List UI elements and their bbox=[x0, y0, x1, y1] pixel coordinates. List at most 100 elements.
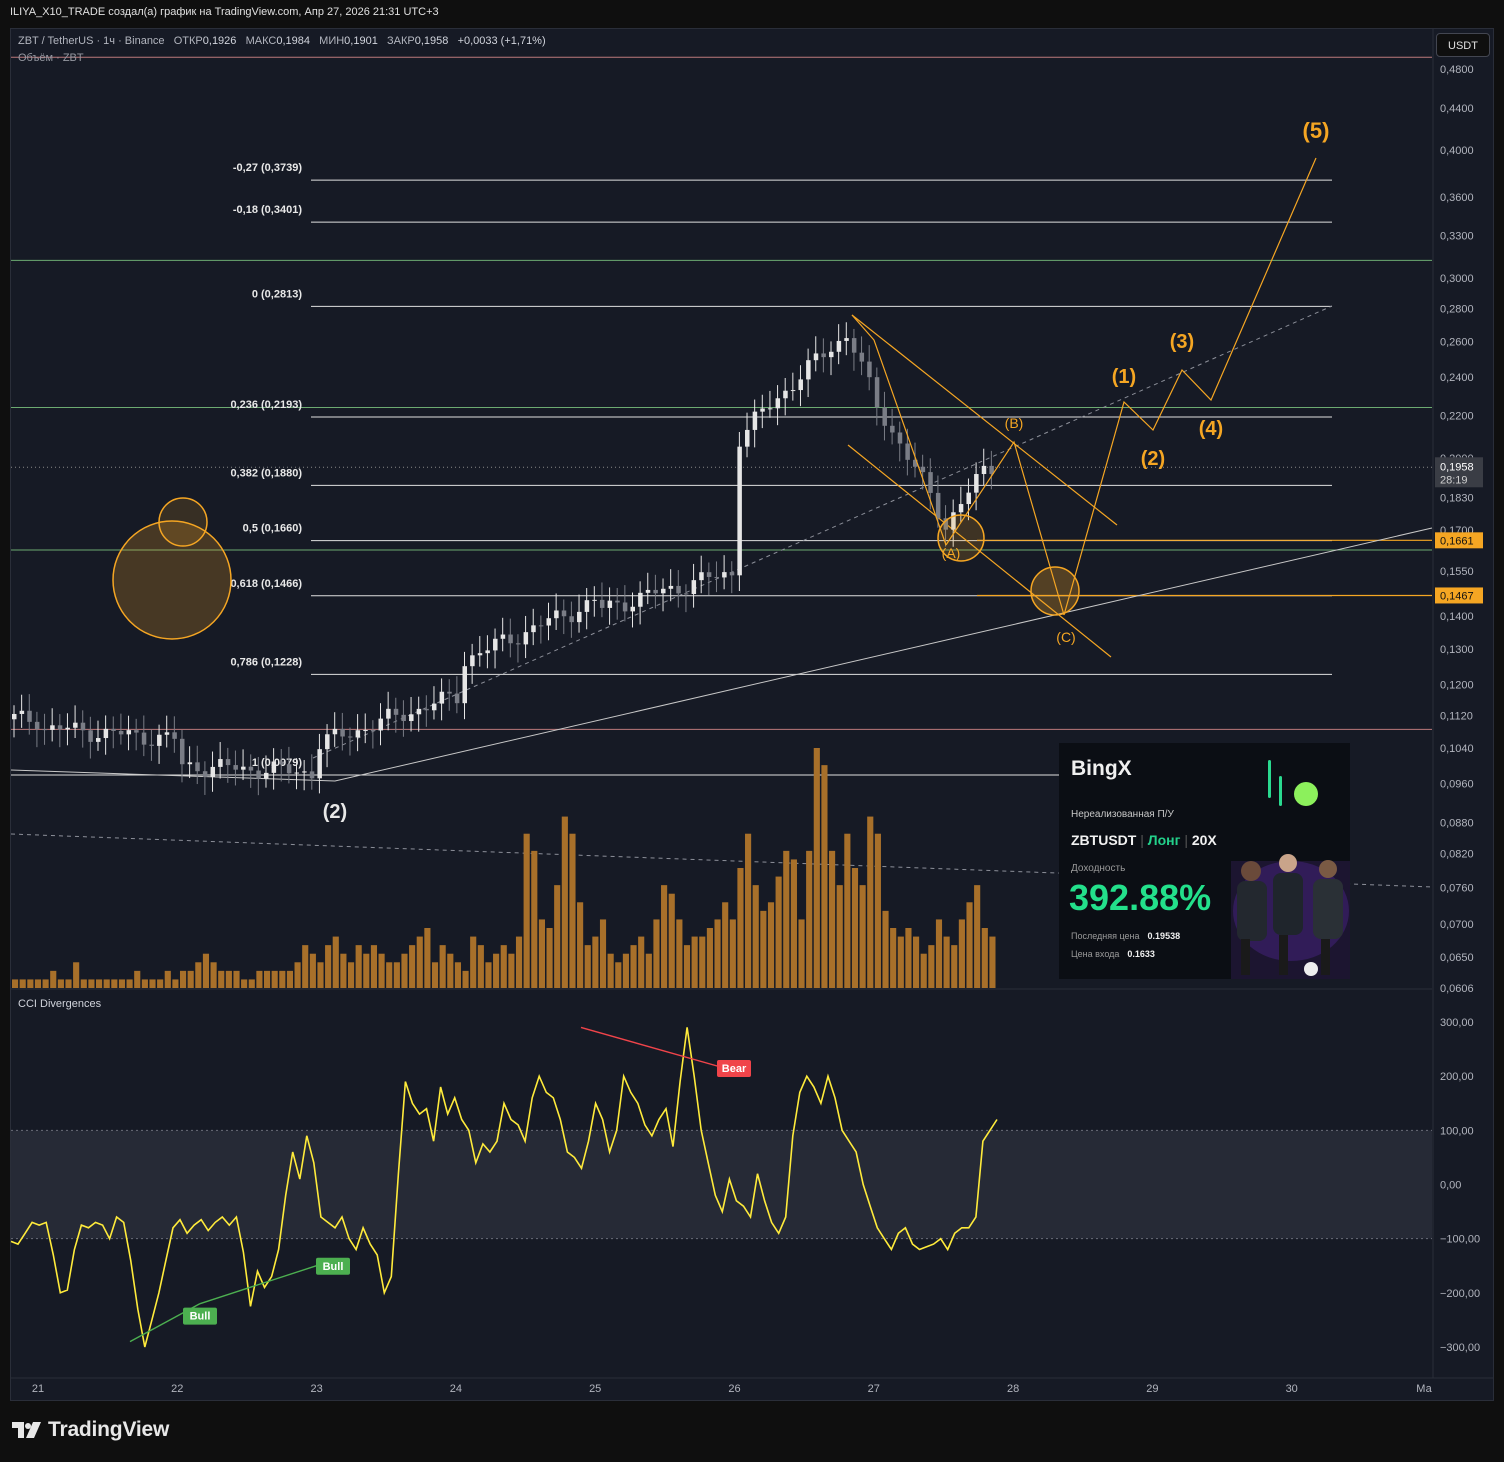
price-tick-label: 0,1120 bbox=[1440, 710, 1473, 722]
volume-bar bbox=[118, 979, 126, 988]
candle-body bbox=[622, 602, 628, 612]
candle-body bbox=[615, 600, 620, 603]
candle-body bbox=[638, 592, 643, 607]
low-label: МИН bbox=[319, 35, 345, 47]
volume-bar bbox=[233, 970, 240, 988]
time-tick-label: 23 bbox=[310, 1383, 322, 1395]
candle-body bbox=[95, 738, 101, 742]
volume-bar bbox=[722, 902, 729, 988]
fib-level-label: 0,786 (0,1228) bbox=[230, 656, 302, 668]
volume-bar bbox=[630, 945, 637, 988]
volume-bar bbox=[294, 962, 301, 988]
cci-title[interactable]: CCI Divergences bbox=[18, 998, 101, 1010]
candle-body bbox=[699, 572, 704, 581]
volume-bar bbox=[745, 833, 752, 988]
candle-body bbox=[157, 734, 162, 746]
volume-bar bbox=[599, 919, 607, 988]
volume-bar bbox=[851, 868, 859, 988]
volume-bar bbox=[951, 945, 958, 988]
currency-button[interactable]: USDT bbox=[1436, 33, 1490, 57]
time-tick-label: 21 bbox=[32, 1383, 44, 1395]
candle-body bbox=[424, 708, 429, 711]
time-tick-label: 22 bbox=[171, 1383, 183, 1395]
cci-tick-label: 100,00 bbox=[1440, 1125, 1474, 1137]
volume-bar bbox=[424, 928, 431, 988]
candle-body bbox=[325, 734, 330, 750]
cci-tick-label: 300,00 bbox=[1440, 1017, 1474, 1029]
candle-body bbox=[935, 492, 941, 519]
candle-body bbox=[515, 643, 521, 645]
fib-level-label: 0,618 (0,1466) bbox=[230, 578, 302, 590]
volume-bar bbox=[737, 868, 744, 988]
symbol-name[interactable]: ZBT / TetherUS · 1ч · Binance bbox=[18, 35, 165, 47]
volume-bar bbox=[554, 885, 561, 988]
candle-body bbox=[50, 725, 55, 730]
volume-bar bbox=[981, 928, 988, 988]
tradingview-wordmark: TradingView bbox=[48, 1418, 170, 1441]
candle-body bbox=[134, 730, 139, 733]
divergence-tag-label: Bull bbox=[190, 1311, 211, 1323]
candle-body bbox=[706, 572, 712, 577]
candle-body bbox=[73, 722, 78, 728]
price-label-value: 0,1661 bbox=[1440, 535, 1474, 547]
candle-body bbox=[676, 585, 681, 594]
candle-body bbox=[783, 390, 788, 399]
tradingview-logo[interactable]: TradingView bbox=[12, 1418, 169, 1442]
candle-body bbox=[88, 730, 93, 742]
candle-body bbox=[722, 572, 727, 578]
candle-body bbox=[958, 504, 964, 513]
volume-bar bbox=[95, 979, 103, 988]
candle-body bbox=[256, 770, 261, 779]
time-tick-label: 29 bbox=[1146, 1383, 1158, 1395]
candle-body bbox=[355, 730, 361, 738]
price-tick-label: 0,2800 bbox=[1440, 303, 1474, 315]
position-side: Лонг bbox=[1147, 832, 1181, 848]
pair-name: ZBTUSDT bbox=[1071, 832, 1137, 848]
volume-bar bbox=[309, 953, 316, 988]
wave-label: (4) bbox=[1199, 418, 1223, 440]
time-tick-label: 28 bbox=[1007, 1383, 1019, 1395]
price-tick-label: 0,0760 bbox=[1440, 882, 1474, 894]
price-tick-label: 0,1040 bbox=[1440, 743, 1474, 755]
volume-bar bbox=[577, 902, 584, 988]
chart-canvas[interactable]: -0,27 (0,3739) -0,18 (0,3401) 0 (0,2813) 0,… bbox=[0, 0, 1504, 1462]
volume-bar bbox=[790, 859, 797, 988]
last-price-value: 0,1958 bbox=[1440, 461, 1474, 473]
wave-label: (C) bbox=[1056, 629, 1075, 645]
volume-bar bbox=[714, 919, 721, 988]
volume-bar bbox=[493, 953, 500, 988]
candle-body bbox=[920, 466, 926, 473]
volume-bar bbox=[447, 953, 454, 988]
volume-bar bbox=[882, 910, 889, 988]
candle-body bbox=[347, 736, 353, 738]
volume-bar bbox=[12, 979, 19, 988]
candle-body bbox=[34, 721, 40, 730]
volume-bar bbox=[546, 928, 553, 988]
volume-bar bbox=[935, 919, 943, 988]
volume-bar bbox=[256, 970, 263, 988]
volume-bar bbox=[844, 833, 851, 988]
volume-bar bbox=[821, 765, 828, 988]
volume-bar bbox=[241, 979, 248, 988]
volume-bar bbox=[874, 833, 881, 988]
candle-body bbox=[179, 738, 185, 765]
price-tick-label: 0,1830 bbox=[1440, 492, 1474, 504]
wave-label-white: (2) bbox=[323, 801, 347, 823]
price-tick-label: 0,0606 bbox=[1440, 983, 1474, 995]
volume-title[interactable]: Объём · ZBT bbox=[18, 52, 84, 64]
candle-body bbox=[126, 730, 132, 735]
candle-body bbox=[538, 625, 544, 627]
volume-bar bbox=[913, 936, 920, 988]
wave-label: (2) bbox=[1141, 448, 1165, 470]
candle-body bbox=[27, 710, 32, 722]
volume-bar bbox=[668, 893, 675, 988]
volume-bar bbox=[218, 970, 225, 988]
volume-bar bbox=[806, 850, 813, 988]
open-label: ОТКР bbox=[173, 35, 203, 47]
countdown-value: 28:19 bbox=[1440, 474, 1468, 486]
volume-bar bbox=[50, 970, 57, 988]
volume-bar bbox=[34, 979, 42, 988]
change-value: +0,0033 (+1,71%) bbox=[457, 35, 546, 47]
candle-body bbox=[363, 730, 368, 732]
position-pair: ZBTUSDT | Лонг | 20X bbox=[1071, 832, 1217, 848]
